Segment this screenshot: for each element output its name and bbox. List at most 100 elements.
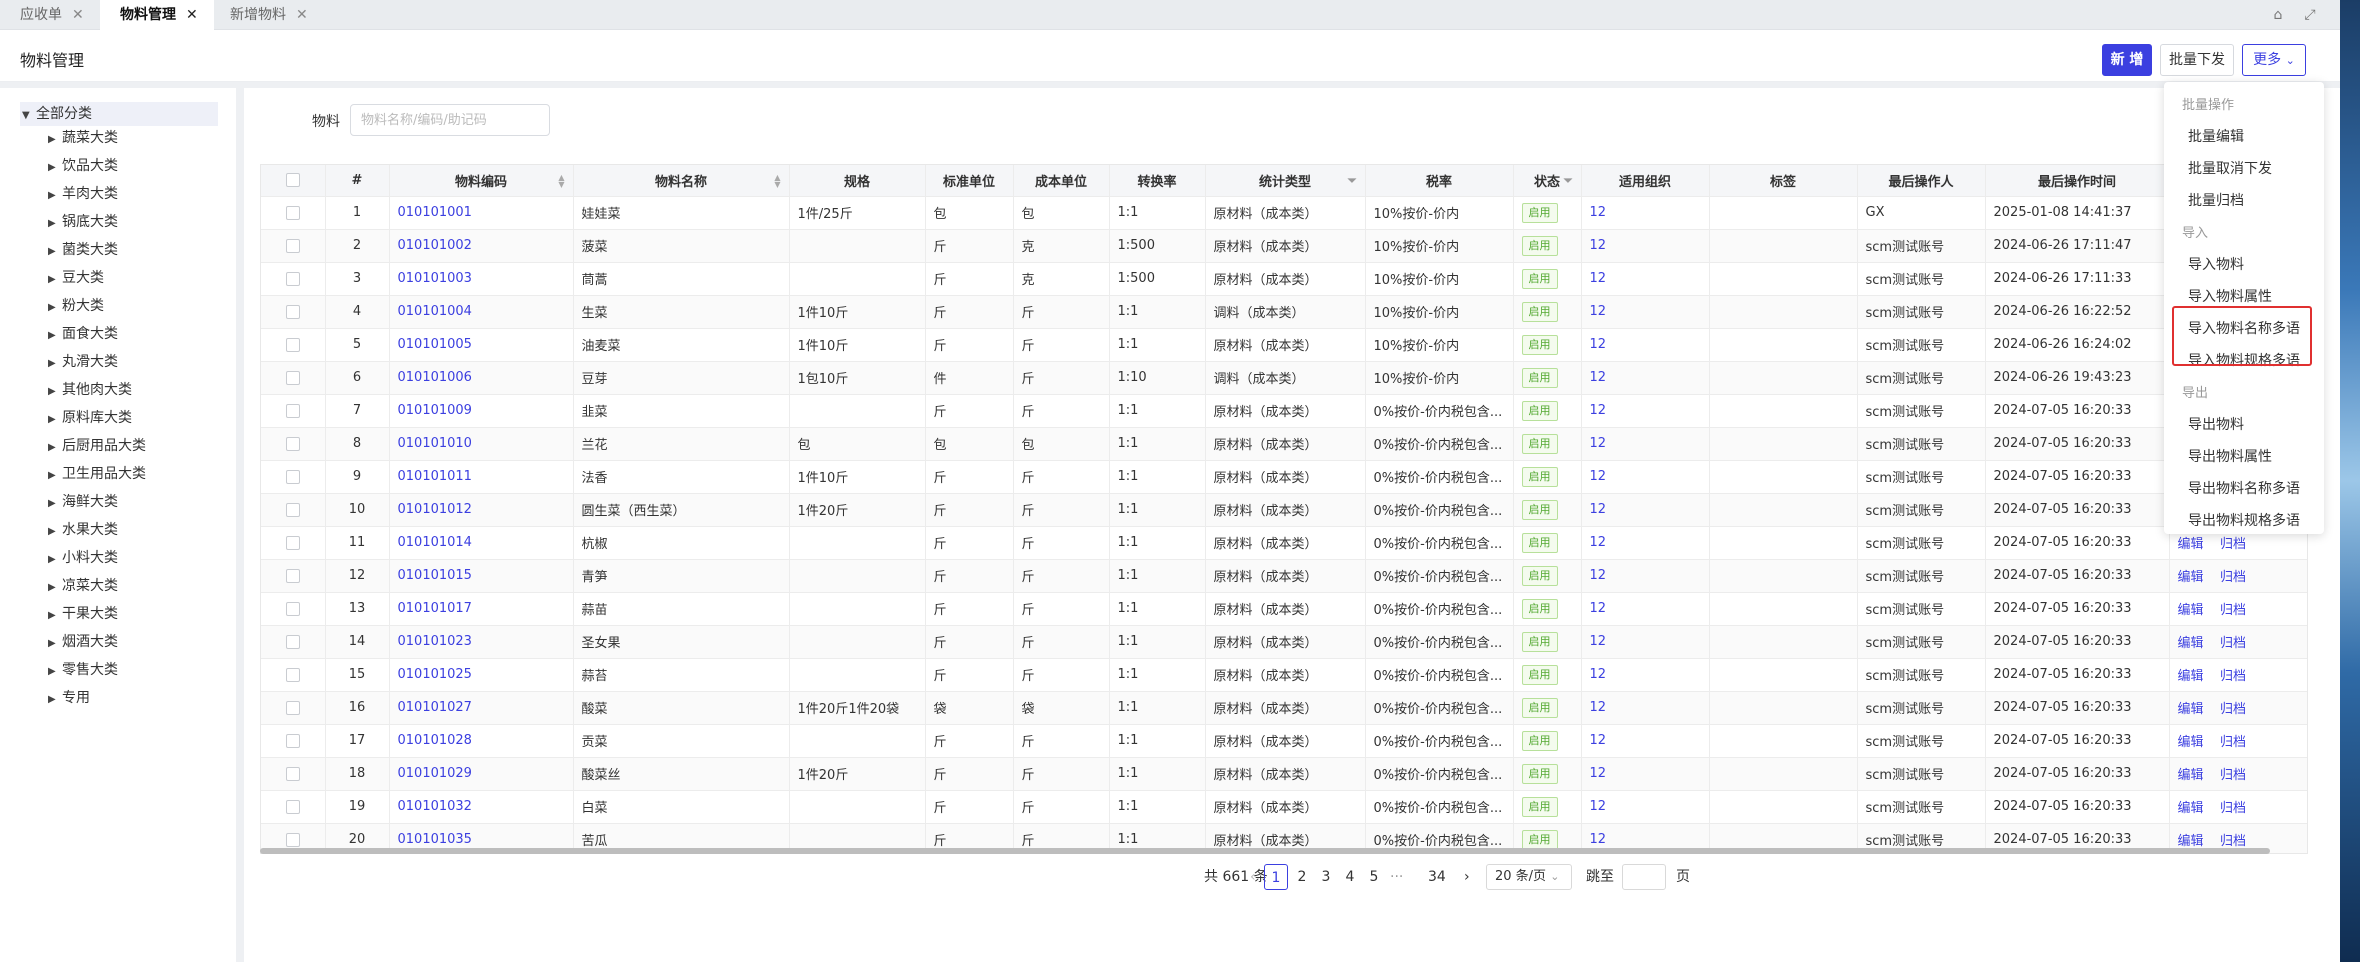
row-checkbox[interactable] <box>261 625 326 659</box>
menu-item[interactable]: 导入物料属性 <box>2188 286 2272 306</box>
tree-item[interactable]: ▶ 水果大类 <box>48 518 118 542</box>
material-code-link[interactable]: 010101006 <box>398 370 472 385</box>
next-page-icon[interactable]: › <box>1464 864 1470 890</box>
cell-org[interactable]: 12 <box>1581 625 1710 659</box>
edit-link[interactable]: 编辑 <box>2178 603 2204 618</box>
material-code-link[interactable]: 010101025 <box>398 667 472 682</box>
tree-item[interactable]: ▶ 豆大类 <box>48 266 104 290</box>
tab-new-material[interactable]: 新增物料 ✕ <box>210 0 324 30</box>
batch-dispatch-button[interactable]: 批量下发 <box>2160 44 2234 76</box>
cell-org[interactable]: 12 <box>1581 691 1710 725</box>
material-code-link[interactable]: 010101027 <box>398 700 472 715</box>
row-checkbox[interactable] <box>261 790 326 824</box>
row-checkbox[interactable] <box>261 427 326 461</box>
page-2[interactable]: 2 <box>1296 864 1308 890</box>
menu-item[interactable]: 导出物料 <box>2188 414 2244 434</box>
material-code-link[interactable]: 010101017 <box>398 601 472 616</box>
tree-item[interactable]: ▶ 锅底大类 <box>48 210 118 234</box>
row-checkbox[interactable] <box>261 493 326 527</box>
row-checkbox[interactable] <box>261 295 326 329</box>
material-code-link[interactable]: 010101010 <box>398 436 472 451</box>
row-checkbox[interactable] <box>261 196 326 230</box>
menu-item[interactable]: 批量归档 <box>2188 190 2244 210</box>
org-count-link[interactable]: 12 <box>1590 205 1607 220</box>
caret-right-icon[interactable]: ▶ <box>48 688 62 712</box>
caret-right-icon[interactable]: ▶ <box>48 156 62 180</box>
caret-right-icon[interactable]: ▶ <box>48 268 62 292</box>
cell-org[interactable]: 12 <box>1581 559 1710 593</box>
tree-item[interactable]: ▶ 其他肉大类 <box>48 378 132 402</box>
org-count-link[interactable]: 12 <box>1590 436 1607 451</box>
cell-code[interactable]: 010101005 <box>389 328 574 362</box>
org-count-link[interactable]: 12 <box>1590 271 1607 286</box>
org-count-link[interactable]: 12 <box>1590 733 1607 748</box>
table-row[interactable]: 19 010101032 白菜斤斤 1:1 原材料（成本类） 0%按价-价内税包含... 启… <box>261 790 2307 824</box>
row-checkbox[interactable] <box>261 691 326 725</box>
menu-item[interactable]: 批量编辑 <box>2188 126 2244 146</box>
table-row[interactable]: 1 010101001 娃娃菜 1件/25斤包包 1:1 原材料（成本类） 10%按价-价内… <box>261 196 2307 230</box>
row-checkbox[interactable] <box>261 262 326 296</box>
filter-icon[interactable]: ⏷ <box>1348 174 1357 188</box>
cell-org[interactable]: 12 <box>1581 262 1710 296</box>
archive-link[interactable]: 归档 <box>2220 834 2246 849</box>
material-code-link[interactable]: 010101011 <box>398 469 472 484</box>
cell-code[interactable]: 010101015 <box>389 559 574 593</box>
caret-right-icon[interactable]: ▶ <box>48 352 62 376</box>
table-row[interactable]: 15 010101025 蒜苔斤斤 1:1 原材料（成本类） 0%按价-价内税包含... 启… <box>261 658 2307 692</box>
new-button[interactable]: 新 增 <box>2102 44 2152 76</box>
cell-code[interactable]: 010101012 <box>389 493 574 527</box>
row-checkbox[interactable] <box>261 526 326 560</box>
cell-code[interactable]: 010101023 <box>389 625 574 659</box>
archive-link[interactable]: 归档 <box>2220 702 2246 717</box>
horizontal-scrollbar[interactable] <box>260 848 2270 854</box>
row-checkbox[interactable] <box>261 658 326 692</box>
menu-item[interactable]: 导出物料名称多语 <box>2188 478 2300 498</box>
org-count-link[interactable]: 12 <box>1590 799 1607 814</box>
prev-page-icon[interactable]: ‹ <box>1250 864 1256 890</box>
caret-right-icon[interactable]: ▶ <box>48 660 62 684</box>
cell-org[interactable]: 12 <box>1581 724 1710 758</box>
jump-input[interactable] <box>1622 864 1666 890</box>
archive-link[interactable]: 归档 <box>2220 735 2246 750</box>
archive-link[interactable]: 归档 <box>2220 570 2246 585</box>
cell-org[interactable]: 12 <box>1581 196 1710 230</box>
caret-right-icon[interactable]: ▶ <box>48 184 62 208</box>
archive-link[interactable]: 归档 <box>2220 603 2246 618</box>
archive-link[interactable]: 归档 <box>2220 537 2246 552</box>
page-last[interactable]: 34 <box>1428 864 1446 890</box>
caret-right-icon[interactable]: ▶ <box>48 212 62 236</box>
cell-org[interactable]: 12 <box>1581 790 1710 824</box>
table-row[interactable]: 10 010101012 圆生菜（西生菜） 1件20斤斤斤 1:1 原材料（成本类） 0%按… <box>261 493 2307 527</box>
org-count-link[interactable]: 12 <box>1590 766 1607 781</box>
caret-right-icon[interactable]: ▶ <box>48 520 62 544</box>
material-code-link[interactable]: 010101005 <box>398 337 472 352</box>
table-row[interactable]: 12 010101015 青笋斤斤 1:1 原材料（成本类） 0%按价-价内税包含... 启… <box>261 559 2307 593</box>
col-name[interactable]: 物料名称 ▲ ▼ <box>573 165 790 197</box>
cell-org[interactable]: 12 <box>1581 757 1710 791</box>
cell-code[interactable]: 010101027 <box>389 691 574 725</box>
table-row[interactable]: 14 010101023 圣女果斤斤 1:1 原材料（成本类） 0%按价-价内税包含...… <box>261 625 2307 659</box>
table-row[interactable]: 16 010101027 酸菜 1件20斤1件20袋袋袋 1:1 原材料（成本类） 0%按价… <box>261 691 2307 725</box>
org-count-link[interactable]: 12 <box>1590 700 1607 715</box>
cell-code[interactable]: 010101009 <box>389 394 574 428</box>
cell-code[interactable]: 010101017 <box>389 592 574 626</box>
cell-org[interactable]: 12 <box>1581 361 1710 395</box>
tree-item[interactable]: ▶ 原料库大类 <box>48 406 132 430</box>
tree-item[interactable]: ▶ 小料大类 <box>48 546 118 570</box>
cell-code[interactable]: 010101010 <box>389 427 574 461</box>
caret-right-icon[interactable]: ▶ <box>48 464 62 488</box>
menu-item[interactable]: 导出物料属性 <box>2188 446 2272 466</box>
close-icon[interactable]: ✕ <box>72 7 84 23</box>
tree-item[interactable]: ▶ 零售大类 <box>48 658 118 682</box>
table-row[interactable]: 7 010101009 韭菜斤斤 1:1 原材料（成本类） 0%按价-价内税包含... 启用… <box>261 394 2307 428</box>
org-count-link[interactable]: 12 <box>1590 238 1607 253</box>
tree-item[interactable]: ▶ 粉大类 <box>48 294 104 318</box>
col-status[interactable]: 状态 ⏷ <box>1513 165 1582 197</box>
row-checkbox[interactable] <box>261 460 326 494</box>
tree-item[interactable]: ▶ 干果大类 <box>48 602 118 626</box>
close-icon[interactable]: ✕ <box>186 7 198 23</box>
edit-link[interactable]: 编辑 <box>2178 768 2204 783</box>
cell-org[interactable]: 12 <box>1581 493 1710 527</box>
cell-code[interactable]: 010101014 <box>389 526 574 560</box>
tree-item[interactable]: ▶ 饮品大类 <box>48 154 118 178</box>
